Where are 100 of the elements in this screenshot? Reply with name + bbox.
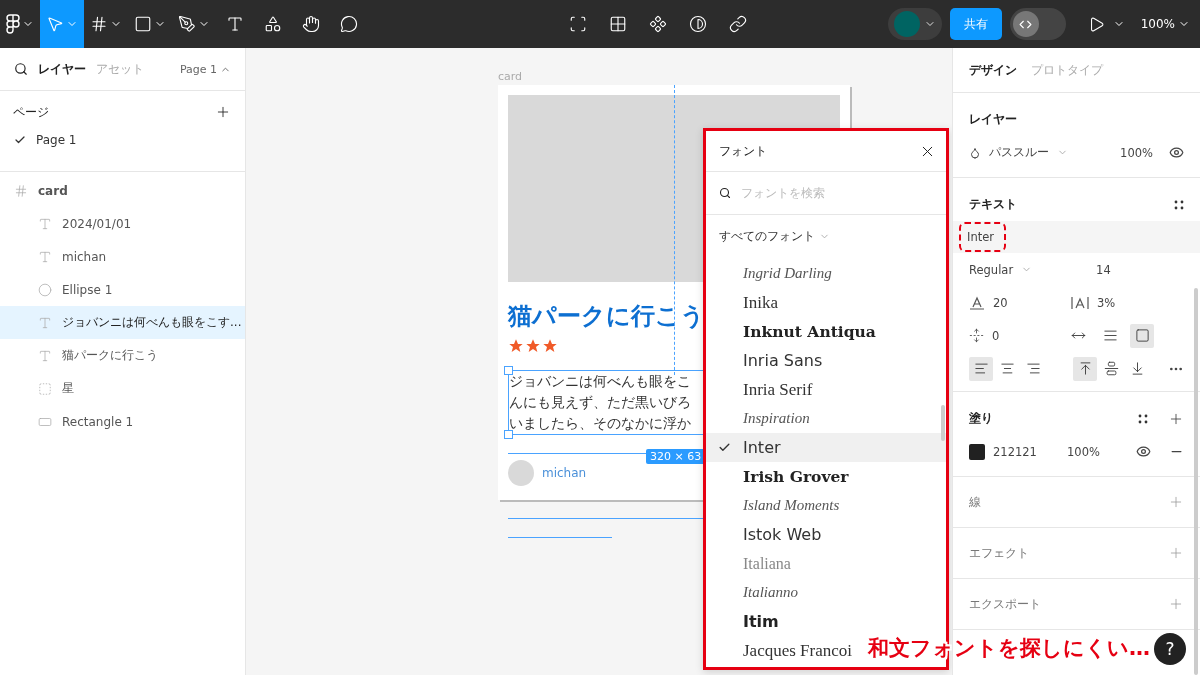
- circle-icon: [38, 282, 52, 297]
- color-swatch[interactable]: [969, 443, 985, 460]
- styles-icon[interactable]: [1174, 199, 1184, 210]
- font-item[interactable]: Italiana: [706, 549, 795, 578]
- section-title: 塗り: [969, 410, 993, 427]
- font-item[interactable]: Jacques Francoi: [706, 636, 857, 665]
- star-icon: [542, 338, 558, 354]
- dashed-square-icon: [38, 381, 52, 396]
- eye-icon[interactable]: [1169, 145, 1184, 160]
- layer-item[interactable]: card: [0, 174, 245, 207]
- blend-icon: [969, 146, 981, 159]
- layer-item[interactable]: Rectangle 1: [0, 405, 245, 438]
- section-title: エフェクト: [969, 544, 1029, 562]
- section-title: テキスト: [969, 196, 1017, 213]
- font-item[interactable]: Inspiration: [706, 404, 814, 433]
- pen-icon: [178, 15, 196, 33]
- font-family-field[interactable]: Inter: [959, 222, 1006, 252]
- section-title: ページ: [13, 103, 49, 121]
- opacity-value[interactable]: 100%: [1120, 145, 1153, 160]
- layer-item[interactable]: 猫パークに行こう: [0, 339, 245, 372]
- resize-handle[interactable]: [504, 366, 513, 375]
- component-icon[interactable]: [648, 15, 667, 33]
- figma-logo-icon: [6, 14, 20, 34]
- font-item[interactable]: Ingrid Darling: [706, 259, 836, 288]
- letter-spacing-icon: [1071, 295, 1089, 310]
- body-text-line: いましたら、そのなかに浮か: [509, 414, 692, 433]
- letter-spacing-field[interactable]: 3%: [1097, 295, 1116, 310]
- text-icon: [38, 315, 52, 330]
- panel-tab[interactable]: レイヤー: [38, 60, 86, 78]
- size-badge: 320 × 63: [646, 449, 706, 464]
- font-item[interactable]: Island Moments: [706, 491, 844, 520]
- layer-item[interactable]: Ellipse 1: [0, 273, 245, 306]
- check-icon: [14, 134, 26, 146]
- styles-icon[interactable]: [1138, 413, 1148, 424]
- resize-handle[interactable]: [504, 430, 513, 439]
- line-height-field[interactable]: 20: [993, 295, 1063, 310]
- page-item[interactable]: Page 1: [0, 123, 245, 157]
- star-icon: [508, 338, 524, 354]
- font-style-dropdown[interactable]: Regular: [969, 262, 1014, 277]
- hex-field[interactable]: 212121: [993, 444, 1059, 459]
- align-center-icon: [999, 361, 1015, 376]
- section-title: 線: [969, 493, 981, 511]
- section-title: エクスポート: [969, 595, 1041, 613]
- font-item[interactable]: Inknut Antiqua: [706, 317, 880, 346]
- help-button[interactable]: ?: [1154, 633, 1186, 665]
- panel-tab[interactable]: デザイン: [969, 61, 1017, 79]
- zoom-menu[interactable]: 100%: [1132, 17, 1200, 31]
- body-text-line: んにも見えず、ただ黒いびろ: [509, 393, 692, 412]
- card-title: 猫パークに行こう: [508, 301, 705, 332]
- square-icon: [134, 15, 152, 33]
- body-text-line: ジョバンニは何べんも眼をこ: [509, 372, 692, 391]
- author-name: michan: [542, 466, 587, 480]
- align-right-icon: [1025, 361, 1041, 376]
- contrast-icon[interactable]: [688, 15, 707, 33]
- star-icon: [525, 338, 541, 354]
- auto-height-icon: [1102, 328, 1118, 343]
- avatar: [893, 11, 920, 37]
- frame-label: card: [498, 70, 523, 83]
- grid-icon[interactable]: [608, 15, 627, 33]
- pointer-icon: [46, 15, 64, 33]
- layer-item[interactable]: 星: [0, 372, 245, 405]
- dev-mode-toggle[interactable]: [1009, 8, 1066, 40]
- font-item[interactable]: Inter: [706, 433, 946, 462]
- paragraph-spacing-field[interactable]: 0: [992, 328, 1058, 343]
- font-item[interactable]: Inika: [706, 288, 782, 317]
- text-icon: [38, 249, 52, 264]
- text-icon: [38, 216, 52, 231]
- search-icon[interactable]: [14, 62, 28, 76]
- font-item[interactable]: Inria Sans: [706, 346, 827, 375]
- link-icon[interactable]: [728, 15, 747, 33]
- layer-item[interactable]: ジョバンニは何べんも眼をこす...: [0, 306, 245, 339]
- font-item[interactable]: Irish Grover: [706, 462, 853, 491]
- section-title: レイヤー: [969, 111, 1017, 128]
- add-icon[interactable]: [215, 104, 231, 120]
- text-icon: [38, 348, 52, 363]
- resize-mode-button[interactable]: [1130, 323, 1154, 348]
- layer-item[interactable]: michan: [0, 240, 245, 273]
- comment-icon: [340, 15, 358, 33]
- font-item[interactable]: Inria Serif: [706, 375, 817, 404]
- font-filter-dropdown[interactable]: すべてのフォント: [706, 215, 946, 257]
- hand-icon: [302, 15, 320, 33]
- font-size-field[interactable]: 14: [1096, 262, 1111, 277]
- align-button[interactable]: [969, 356, 993, 381]
- fixed-size-icon: [1134, 328, 1150, 343]
- opacity-value[interactable]: 100%: [1067, 444, 1100, 459]
- font-item[interactable]: Italianno: [706, 578, 802, 607]
- blend-mode-dropdown[interactable]: パススルー: [989, 145, 1049, 160]
- text-icon: [226, 15, 244, 33]
- layer-item[interactable]: 2024/01/01: [0, 207, 245, 240]
- page-switcher[interactable]: Page 1: [179, 62, 231, 76]
- line-height-icon: [969, 295, 985, 310]
- check-icon: [718, 441, 731, 454]
- search-icon: [719, 187, 731, 199]
- font-item[interactable]: Itim: [706, 607, 783, 636]
- align-left-icon: [973, 361, 989, 376]
- bounds-icon[interactable]: [568, 15, 587, 33]
- font-item[interactable]: Istok Web: [706, 520, 826, 549]
- align-button[interactable]: [1073, 356, 1097, 381]
- eye-icon[interactable]: [1136, 444, 1151, 459]
- frame-icon: [90, 15, 108, 33]
